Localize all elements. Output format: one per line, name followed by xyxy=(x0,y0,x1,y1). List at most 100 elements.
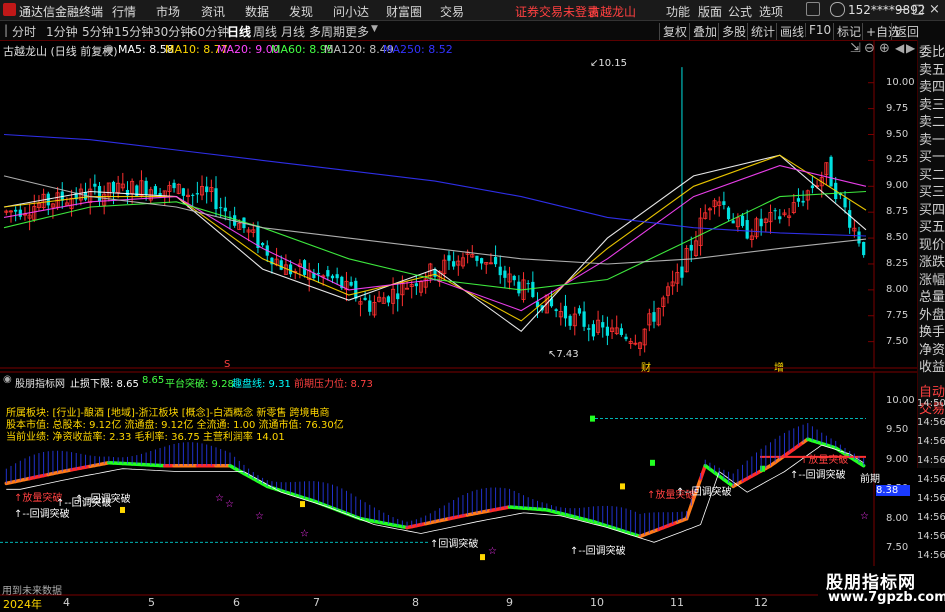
candle-body xyxy=(578,308,581,313)
candle-body xyxy=(214,188,217,209)
price-axis-label: 8.50 xyxy=(886,232,908,243)
time-tick-label: 14:56 xyxy=(917,455,945,466)
candle-body xyxy=(587,328,590,330)
indicator-trend-segment xyxy=(687,505,692,518)
candle-body xyxy=(564,306,567,319)
indicator-axis-label: 8.00 xyxy=(886,513,908,524)
candle-body xyxy=(331,276,334,279)
watermark-url: www.7gpzb.com xyxy=(828,590,945,605)
price-axis-label: 8.75 xyxy=(886,206,908,217)
ma-line-ma250 xyxy=(4,135,866,237)
ma-line-ma20 xyxy=(4,166,866,311)
candle-body xyxy=(624,337,627,339)
signal-marker xyxy=(120,507,125,513)
candle-body xyxy=(499,267,502,275)
candle-body xyxy=(415,283,418,286)
platform-breakout-label: 平台突破: 9.28 xyxy=(165,375,234,390)
price-axis-label: 9.50 xyxy=(886,129,908,140)
candle-body xyxy=(732,220,735,223)
signal-label: ↑--回调突破 xyxy=(790,466,846,481)
date-axis-label: 6 xyxy=(233,596,240,609)
price-axis-label: 9.75 xyxy=(886,103,908,114)
candle-body xyxy=(843,198,846,208)
info-performance: 当前业绩: 净资收益率: 2.33 毛利率: 36.75 主营利润率 14.01 xyxy=(6,428,285,443)
candle-body xyxy=(154,186,157,194)
signal-marker xyxy=(300,501,305,507)
signal-label: ↑--回调突破 xyxy=(570,542,626,557)
price-axis-label: 8.00 xyxy=(886,284,908,295)
candlestick-series xyxy=(5,67,866,356)
star-marker: ☆ xyxy=(488,546,497,557)
time-tick-label: 14:56 xyxy=(917,512,945,523)
signal-label: ↑放量突破 xyxy=(800,451,848,466)
date-axis-label: 7 xyxy=(313,596,320,609)
candle-body xyxy=(447,255,450,260)
time-tick-label: 14:56 xyxy=(917,531,945,542)
candle-body xyxy=(336,274,339,278)
candle-body xyxy=(126,190,129,195)
signal-marker xyxy=(590,416,595,422)
candle-body xyxy=(746,220,749,239)
candle-body xyxy=(182,188,185,196)
indicator-axis-label: 7.50 xyxy=(886,542,908,553)
candle-body xyxy=(690,245,693,251)
price-axis-label: 7.50 xyxy=(886,336,908,347)
candle-body xyxy=(848,210,851,228)
price-axis-label: 9.25 xyxy=(886,154,908,165)
candle-body xyxy=(531,282,534,297)
star-marker: ☆ xyxy=(255,511,264,522)
candle-body xyxy=(517,282,520,294)
date-axis-label: 2024年 xyxy=(3,596,42,612)
candle-body xyxy=(811,186,814,189)
candle-body xyxy=(350,282,353,286)
candle-body xyxy=(797,198,800,202)
candle-body xyxy=(280,260,283,270)
star-marker: ☆ xyxy=(300,528,309,539)
time-tick-label: 14:56 xyxy=(917,493,945,504)
candle-body xyxy=(527,283,530,284)
date-axis-label: 8 xyxy=(412,596,419,609)
moving-average-lines xyxy=(4,135,866,332)
candle-body xyxy=(741,216,744,226)
indicator-trend-segment xyxy=(859,463,864,466)
indicator-settings-icon[interactable]: ◉ xyxy=(3,374,12,385)
candle-body xyxy=(205,186,208,192)
candle-body xyxy=(172,183,175,188)
stoploss-value-text: 8.65 xyxy=(142,375,164,386)
signal-label: 前期 xyxy=(860,470,880,485)
indicator-trend-segment xyxy=(701,466,706,479)
signal-label: ↑--回调突破 xyxy=(75,490,131,505)
candle-body xyxy=(326,270,329,276)
candle-body xyxy=(14,210,17,212)
candle-body xyxy=(606,327,609,336)
candle-body xyxy=(727,208,730,220)
indicator-thin-line xyxy=(6,445,863,542)
date-axis-label: 11 xyxy=(670,596,684,609)
trend-line-label: 趣盘线: 9.31 xyxy=(232,375,291,390)
star-marker: ☆ xyxy=(225,499,234,510)
candle-body xyxy=(289,264,292,274)
kline-chart[interactable]: ☆☆☆☆☆☆ xyxy=(0,0,945,609)
low-price-label: ↖7.43 xyxy=(548,349,579,360)
price-axis-label: 8.25 xyxy=(886,258,908,269)
candle-body xyxy=(778,216,781,219)
time-tick-label: 14:56 xyxy=(917,474,945,485)
price-axis-label: 7.75 xyxy=(886,310,908,321)
candle-body xyxy=(145,181,148,195)
star-marker: ☆ xyxy=(860,511,869,522)
candle-body xyxy=(857,231,860,243)
candle-body xyxy=(191,195,194,196)
candle-body xyxy=(475,256,478,261)
signal-marker xyxy=(480,554,485,560)
candle-body xyxy=(396,293,399,299)
indicator-name[interactable]: 股朋指标网 xyxy=(15,375,65,390)
candle-body xyxy=(513,276,516,280)
ma-line-ma120 xyxy=(4,176,866,264)
price-axis-label: 9.00 xyxy=(886,180,908,191)
candle-body xyxy=(480,258,483,263)
date-axis-label: 10 xyxy=(590,596,604,609)
stoploss-label: 止损下限: 8.65 xyxy=(70,375,139,390)
candle-body xyxy=(555,309,558,311)
price-axis-label: 10.00 xyxy=(886,77,915,88)
candle-body xyxy=(652,312,655,322)
